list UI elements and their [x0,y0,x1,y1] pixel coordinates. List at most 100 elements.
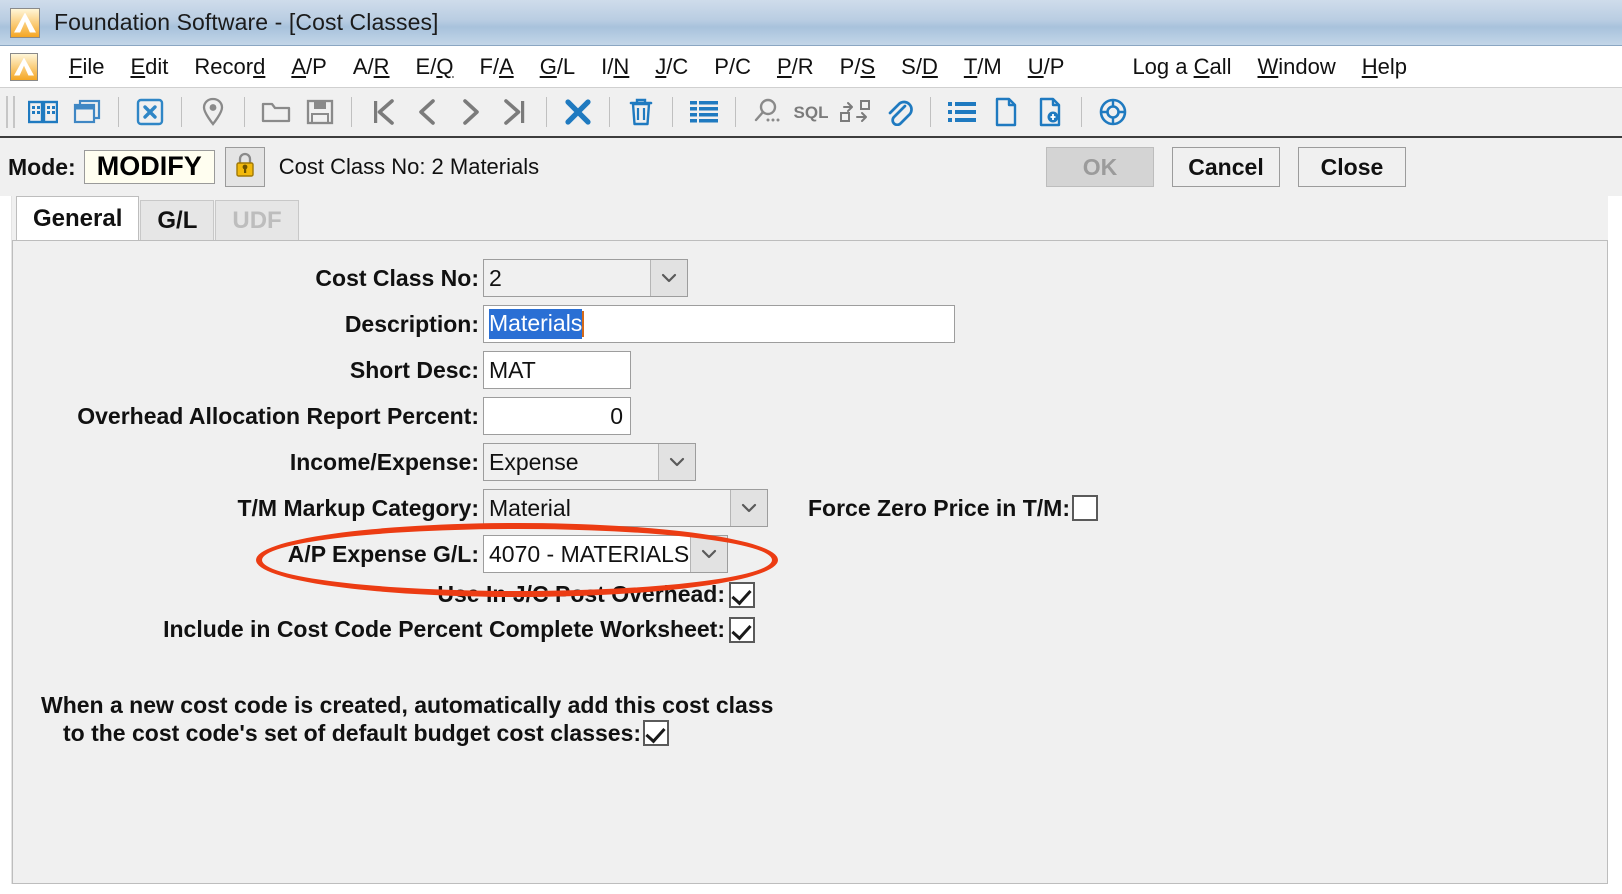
menu-item-window[interactable]: Window [1245,52,1349,82]
window-right-edge [1608,196,1622,894]
ap-expense-gl-row: A/P Expense G/L: 4070 - MATERIALS [13,523,1607,597]
menu-item-sd[interactable]: S/D [888,52,951,82]
close-button[interactable]: Close [1298,147,1406,187]
tm-markup-category-row: T/M Markup Category: Material Force Zero… [13,489,1607,527]
force-zero-price-in-tm-checkbox[interactable] [1072,495,1098,521]
delete-x-icon[interactable] [556,91,600,133]
window-bottom-edge [0,884,1622,894]
ok-button[interactable]: OK [1046,147,1154,187]
tab-bar: General G/L UDF [12,196,1608,240]
menu-item-ar[interactable]: A/R [340,52,403,82]
menu-item-log-a-call[interactable]: Log a Call [1119,52,1244,82]
tab-udf: UDF [215,200,299,240]
menu-item-pr[interactable]: P/R [764,52,827,82]
trash-can-icon[interactable] [619,91,663,133]
cost-class-no-row: Cost Class No: 2 [13,259,1607,297]
chevron-down-icon[interactable] [690,536,727,572]
use-in-jc-post-overhead-label: Use In J/C Post Overhead: [437,581,725,607]
menu-item-edit[interactable]: Edit [117,52,181,82]
overhead-allocation-report-percent-field: 0 [483,397,631,435]
tab-gl[interactable]: G/L [140,200,215,240]
menu-item-gl[interactable]: G/L [527,52,588,82]
income-expense-value: Expense [489,448,579,475]
toolbar-separator [118,97,119,127]
short-desc-input[interactable]: MAT [483,351,631,389]
income-expense-label: Income/Expense: [289,448,479,475]
window-left-edge [0,196,12,894]
menu-item-ps[interactable]: P/S [827,52,888,82]
workflow-nodes-icon[interactable] [833,91,877,133]
toolbar-grip[interactable] [6,96,15,128]
menu-item-tm[interactable]: T/M [951,52,1015,82]
cost-class-no-combobox[interactable]: 2 [483,259,688,297]
mode-label: Mode: [8,153,76,180]
lock-icon [234,152,256,183]
menu-item-pc[interactable]: P/C [701,52,764,82]
include-in-cost-code-percent-complete-worksheet-label: Include in Cost Code Percent Complete Wo… [163,616,725,642]
menu-item-jc[interactable]: J/C [642,52,701,82]
sql-text-icon[interactable]: SQL [789,91,833,133]
menu-item-record[interactable]: Record [181,52,278,82]
window-title: Foundation Software - [Cost Classes] [54,9,439,35]
default-budget-cost-classes-checkbox[interactable] [643,720,670,747]
cost-class-form: Cost Class No: 2 Description: Materials … [13,259,1607,747]
cost-class-no-field: 2 [483,259,688,297]
save-disk-icon[interactable] [298,91,342,133]
cancel-button[interactable]: Cancel [1172,147,1280,187]
menu-item-up[interactable]: U/P [1015,52,1078,82]
menu-item-eq[interactable]: E/Q [403,52,467,82]
help-lifering-icon[interactable] [1091,91,1135,133]
grid-list-icon[interactable] [682,91,726,133]
mode-button-group: OK Cancel Close [1046,147,1406,187]
document-icon[interactable] [984,91,1028,133]
windows-cascade-icon[interactable] [65,91,109,133]
description-input[interactable]: Materials [483,305,955,343]
tm-markup-category-label: T/M Markup Category: [237,494,479,521]
use-in-jc-post-overhead-checkbox[interactable] [729,581,755,608]
default-budget-note-line2: to the cost code's set of default budget… [63,720,642,747]
attachment-paperclip-icon[interactable] [877,91,921,133]
document-add-icon[interactable] [1028,91,1072,133]
force-zero-price-in-tm-label: Force Zero Price in T/M: [808,494,1070,521]
ap-expense-gl-label: A/P Expense G/L: [287,540,479,567]
first-record-icon[interactable] [361,91,405,133]
previous-record-icon[interactable] [405,91,449,133]
toolbar-separator [930,97,931,127]
tab-general[interactable]: General [16,196,140,240]
tm-markup-category-combobox[interactable]: Material [483,489,768,527]
tm-markup-category-value: Material [489,494,571,521]
ap-expense-gl-combobox[interactable]: 4070 - MATERIALS [483,535,728,573]
income-expense-combobox[interactable]: Expense [483,443,696,481]
location-pin-icon[interactable] [191,91,235,133]
bullet-list-icon[interactable] [940,91,984,133]
short-desc-field: MAT [483,351,631,389]
income-expense-field: Expense [483,443,696,481]
new-folder-icon[interactable] [254,91,298,133]
menu-item-help[interactable]: Help [1349,52,1420,82]
ap-expense-gl-value: 4070 - MATERIALS [489,540,690,567]
chevron-down-icon[interactable] [730,490,767,526]
menu-item-fa[interactable]: F/A [466,52,526,82]
chevron-down-icon[interactable] [658,444,695,480]
chevron-down-icon[interactable] [650,260,687,296]
tab-panel-container: General G/L UDF Cost Class No: 2 Descrip… [12,196,1608,884]
close-window-x-icon[interactable] [128,91,172,133]
menu-item-ap[interactable]: A/P [278,52,339,82]
menu-item-in[interactable]: I/N [588,52,642,82]
svg-text:SQL: SQL [794,103,829,122]
overhead-allocation-report-percent-input[interactable]: 0 [483,397,631,435]
include-in-cost-code-percent-complete-worksheet-checkbox[interactable] [729,616,755,643]
ap-expense-gl-field: 4070 - MATERIALS [483,535,728,573]
toolbar: SQL [0,88,1622,138]
description-label: Description: [344,310,479,337]
menu-item-file[interactable]: File [56,52,117,82]
toolbar-separator [609,97,610,127]
mountain-logo-icon [10,7,40,38]
last-record-icon[interactable] [493,91,537,133]
open-book-icon[interactable] [21,91,65,133]
general-tab-panel: Cost Class No: 2 Description: Materials … [12,240,1608,884]
toolbar-separator [244,97,245,127]
next-record-icon[interactable] [449,91,493,133]
search-magnifier-icon[interactable] [745,91,789,133]
lock-button[interactable] [224,147,265,187]
